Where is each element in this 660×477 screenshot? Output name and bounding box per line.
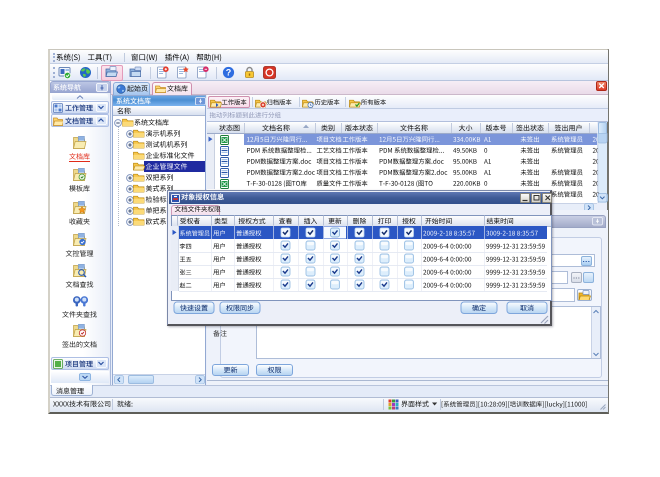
svg-text:?: ? [226,68,232,78]
